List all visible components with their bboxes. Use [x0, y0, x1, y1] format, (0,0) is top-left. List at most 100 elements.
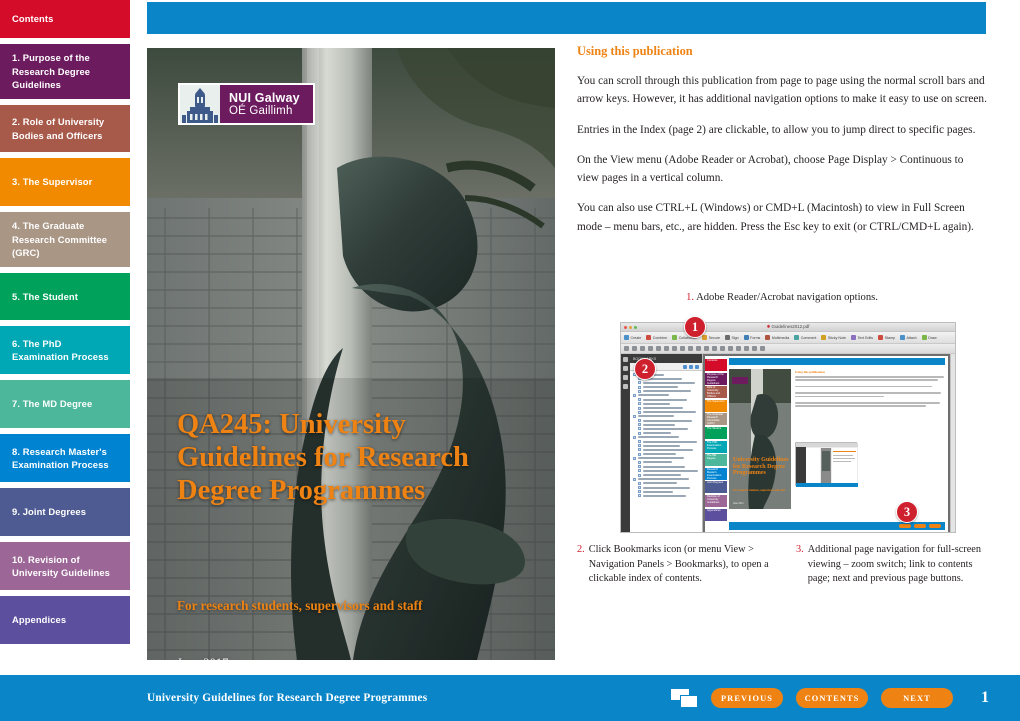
screenshot-page-text-line	[795, 385, 933, 388]
screenshot-page-sidebar-item-2: Role of University Bodies and Officers	[705, 386, 727, 399]
toolbar-item-icon	[899, 335, 905, 340]
sidebar-item-4[interactable]: 4. The Graduate Research Committee (GRC)	[0, 212, 130, 267]
contents-button[interactable]: CONTENTS	[796, 688, 868, 708]
sidebar-item-6[interactable]: 6. The PhD Examination Process	[0, 326, 130, 374]
body-paragraph-3: You can also use CTRL+L (Windows) or CMD…	[577, 202, 974, 233]
screenshot-page-text-line	[795, 402, 940, 404]
screenshot-bookmark-row	[633, 456, 700, 460]
sidebar-item-5[interactable]: 5. The Student	[0, 273, 130, 320]
sidebar-item-label: 3. The Supervisor	[12, 176, 93, 188]
screenshot-bookmark-row	[633, 423, 700, 427]
screenshot-bookmark-row	[633, 410, 700, 414]
screenshot-scrollbar	[950, 354, 955, 532]
toolbar-item-label: Combine	[652, 335, 668, 340]
bookmark-label-placeholder	[642, 465, 685, 468]
page-number: 1	[981, 689, 989, 706]
bookmark-label-placeholder	[642, 423, 675, 426]
screenshot-page-footer	[729, 522, 945, 530]
screenshot-bookmark-row	[633, 481, 700, 485]
screenshot-page-text-line	[795, 399, 944, 401]
top-blue-band	[147, 2, 986, 34]
bookmark-label-placeholder	[642, 402, 670, 405]
toolbar-item-icon	[646, 335, 652, 340]
screenshot-page-cover-subtitle: For research students, supervisors and s…	[733, 489, 786, 492]
cover-subtitle: For research students, supervisors and s…	[177, 598, 423, 613]
screenshot-page-text-line	[795, 382, 944, 384]
callout-marker-1: 1	[684, 316, 706, 338]
screenshot-titlebar: ✱ Guidelines2012.pdf	[621, 323, 955, 332]
screenshot-toolbar-primary: Create Combine Collaborate Secure Sign Forms M…	[621, 332, 955, 344]
sidebar-item-10[interactable]: 10. Revision of University Guidelines	[0, 542, 130, 590]
screenshot-toolbar-secondary	[621, 344, 955, 354]
previous-button[interactable]: PREVIOUS	[711, 688, 783, 708]
bookmark-label-placeholder	[642, 494, 686, 497]
screenshot-bookmark-row	[633, 486, 700, 490]
toolbar-item-label: Forms	[750, 335, 761, 340]
bookmark-label-placeholder	[642, 419, 692, 422]
sidebar-item-3[interactable]: 3. The Supervisor	[0, 158, 130, 206]
toolbar-item-label: Attach	[906, 335, 917, 340]
screenshot-bookmark-row	[633, 389, 700, 393]
screenshot-page-sidebar-item-5: The Student	[705, 426, 727, 439]
bookmark-icon	[638, 465, 641, 469]
toolbar-item-label: Sticky Note	[827, 335, 847, 340]
bookmark-label-placeholder	[642, 474, 681, 476]
screenshot-page-cover: University Guidelines for Research Degre…	[729, 369, 791, 509]
screenshot-page-text-line	[795, 389, 944, 391]
bookmark-icon	[638, 481, 641, 485]
bookmark-icon	[638, 444, 641, 448]
screenshot-toolbar-item-3: Secure	[702, 335, 720, 340]
sidebar-item-11[interactable]: Appendices	[0, 596, 130, 644]
screenshot-toolbar-item-10: Stamp	[878, 335, 895, 340]
screenshot-toolbar2-icon	[640, 346, 645, 351]
screenshot-toolbar2-icon	[648, 346, 653, 351]
bookmark-label-placeholder	[642, 486, 690, 489]
bookmark-icon	[638, 490, 641, 494]
toolbar-item-icon	[878, 335, 884, 340]
figure-caption-2: 2. Click Bookmarks icon (or menu View > …	[577, 543, 772, 587]
bookmark-label-placeholder	[642, 432, 671, 435]
screenshot-toolbar2-icon	[664, 346, 669, 351]
body-paragraph-0: You can scroll through this publication …	[577, 75, 987, 106]
screenshot-bookmark-row	[633, 490, 700, 494]
bookmark-icon	[638, 385, 641, 389]
bookmark-label-placeholder	[642, 407, 683, 409]
callout-marker-3: 3	[896, 501, 918, 523]
screenshot-toolbar2-icon	[744, 346, 749, 351]
page-title: Using this publication	[577, 44, 693, 58]
screenshot-toolbar-item-9: Text Edits	[851, 335, 873, 340]
sidebar-item-9[interactable]: 9. Joint Degrees	[0, 488, 130, 536]
sidebar-item-2[interactable]: 2. Role of University Bodies and Officer…	[0, 105, 130, 152]
screenshot-page-text-lines	[795, 376, 944, 407]
screenshot-toolbar-item-8: Sticky Note	[821, 335, 846, 340]
screenshot-page-sidebar-item-1: Purpose of the Research Degree Guideline…	[705, 372, 727, 385]
cover-photo-block: NUI Galway OÉ Gaillimh QA245: University…	[147, 48, 555, 660]
bookmark-icon	[638, 460, 641, 464]
sidebar-item-1[interactable]: 1. Purpose of the Research Degree Guidel…	[0, 44, 130, 99]
bookmark-icon	[638, 448, 641, 452]
screenshot-toolbar2-icon	[688, 346, 693, 351]
sidebar-item-label: Contents	[12, 13, 54, 25]
screenshot-toolbar-item-6: Multimedia	[765, 335, 789, 340]
logo-wordmark: NUI Galway OÉ Gaillimh	[220, 85, 313, 123]
toolbar-item-icon	[702, 335, 708, 340]
screenshot-toolbar2-icon	[624, 346, 629, 351]
screenshot-page-sidebar-item-3: The Supervisor	[705, 399, 727, 412]
bookmark-icon	[633, 456, 636, 460]
next-button[interactable]: NEXT	[881, 688, 953, 708]
screenshot-bookmarks-panel: BOOKMARKS	[630, 354, 703, 532]
screenshot-bookmark-row	[633, 381, 700, 385]
sidebar-item-8[interactable]: 8. Research Master's Examination Process	[0, 434, 130, 482]
section-navigation-sidebar: Contents 1. Purpose of the Research Degre…	[0, 0, 130, 661]
page-view-toggle-icon[interactable]	[671, 688, 698, 708]
screenshot-page-topband	[729, 358, 945, 365]
figure-caption-1: 1. Adobe Reader/Acrobat navigation optio…	[577, 292, 987, 303]
bookmark-label-placeholder	[637, 457, 684, 460]
figure-caption-3-number: 3.	[796, 544, 804, 555]
sidebar-item-0[interactable]: Contents	[0, 0, 130, 38]
sidebar-item-label: 5. The Student	[12, 290, 78, 302]
sidebar-item-7[interactable]: 7. The MD Degree	[0, 380, 130, 428]
figure-caption-2-text: Click Bookmarks icon (or menu View > Nav…	[588, 544, 769, 585]
screenshot-page-sidebar-item-4: The Graduate Research Committee (GRC)	[705, 413, 727, 426]
bookmark-label-placeholder	[642, 490, 673, 493]
